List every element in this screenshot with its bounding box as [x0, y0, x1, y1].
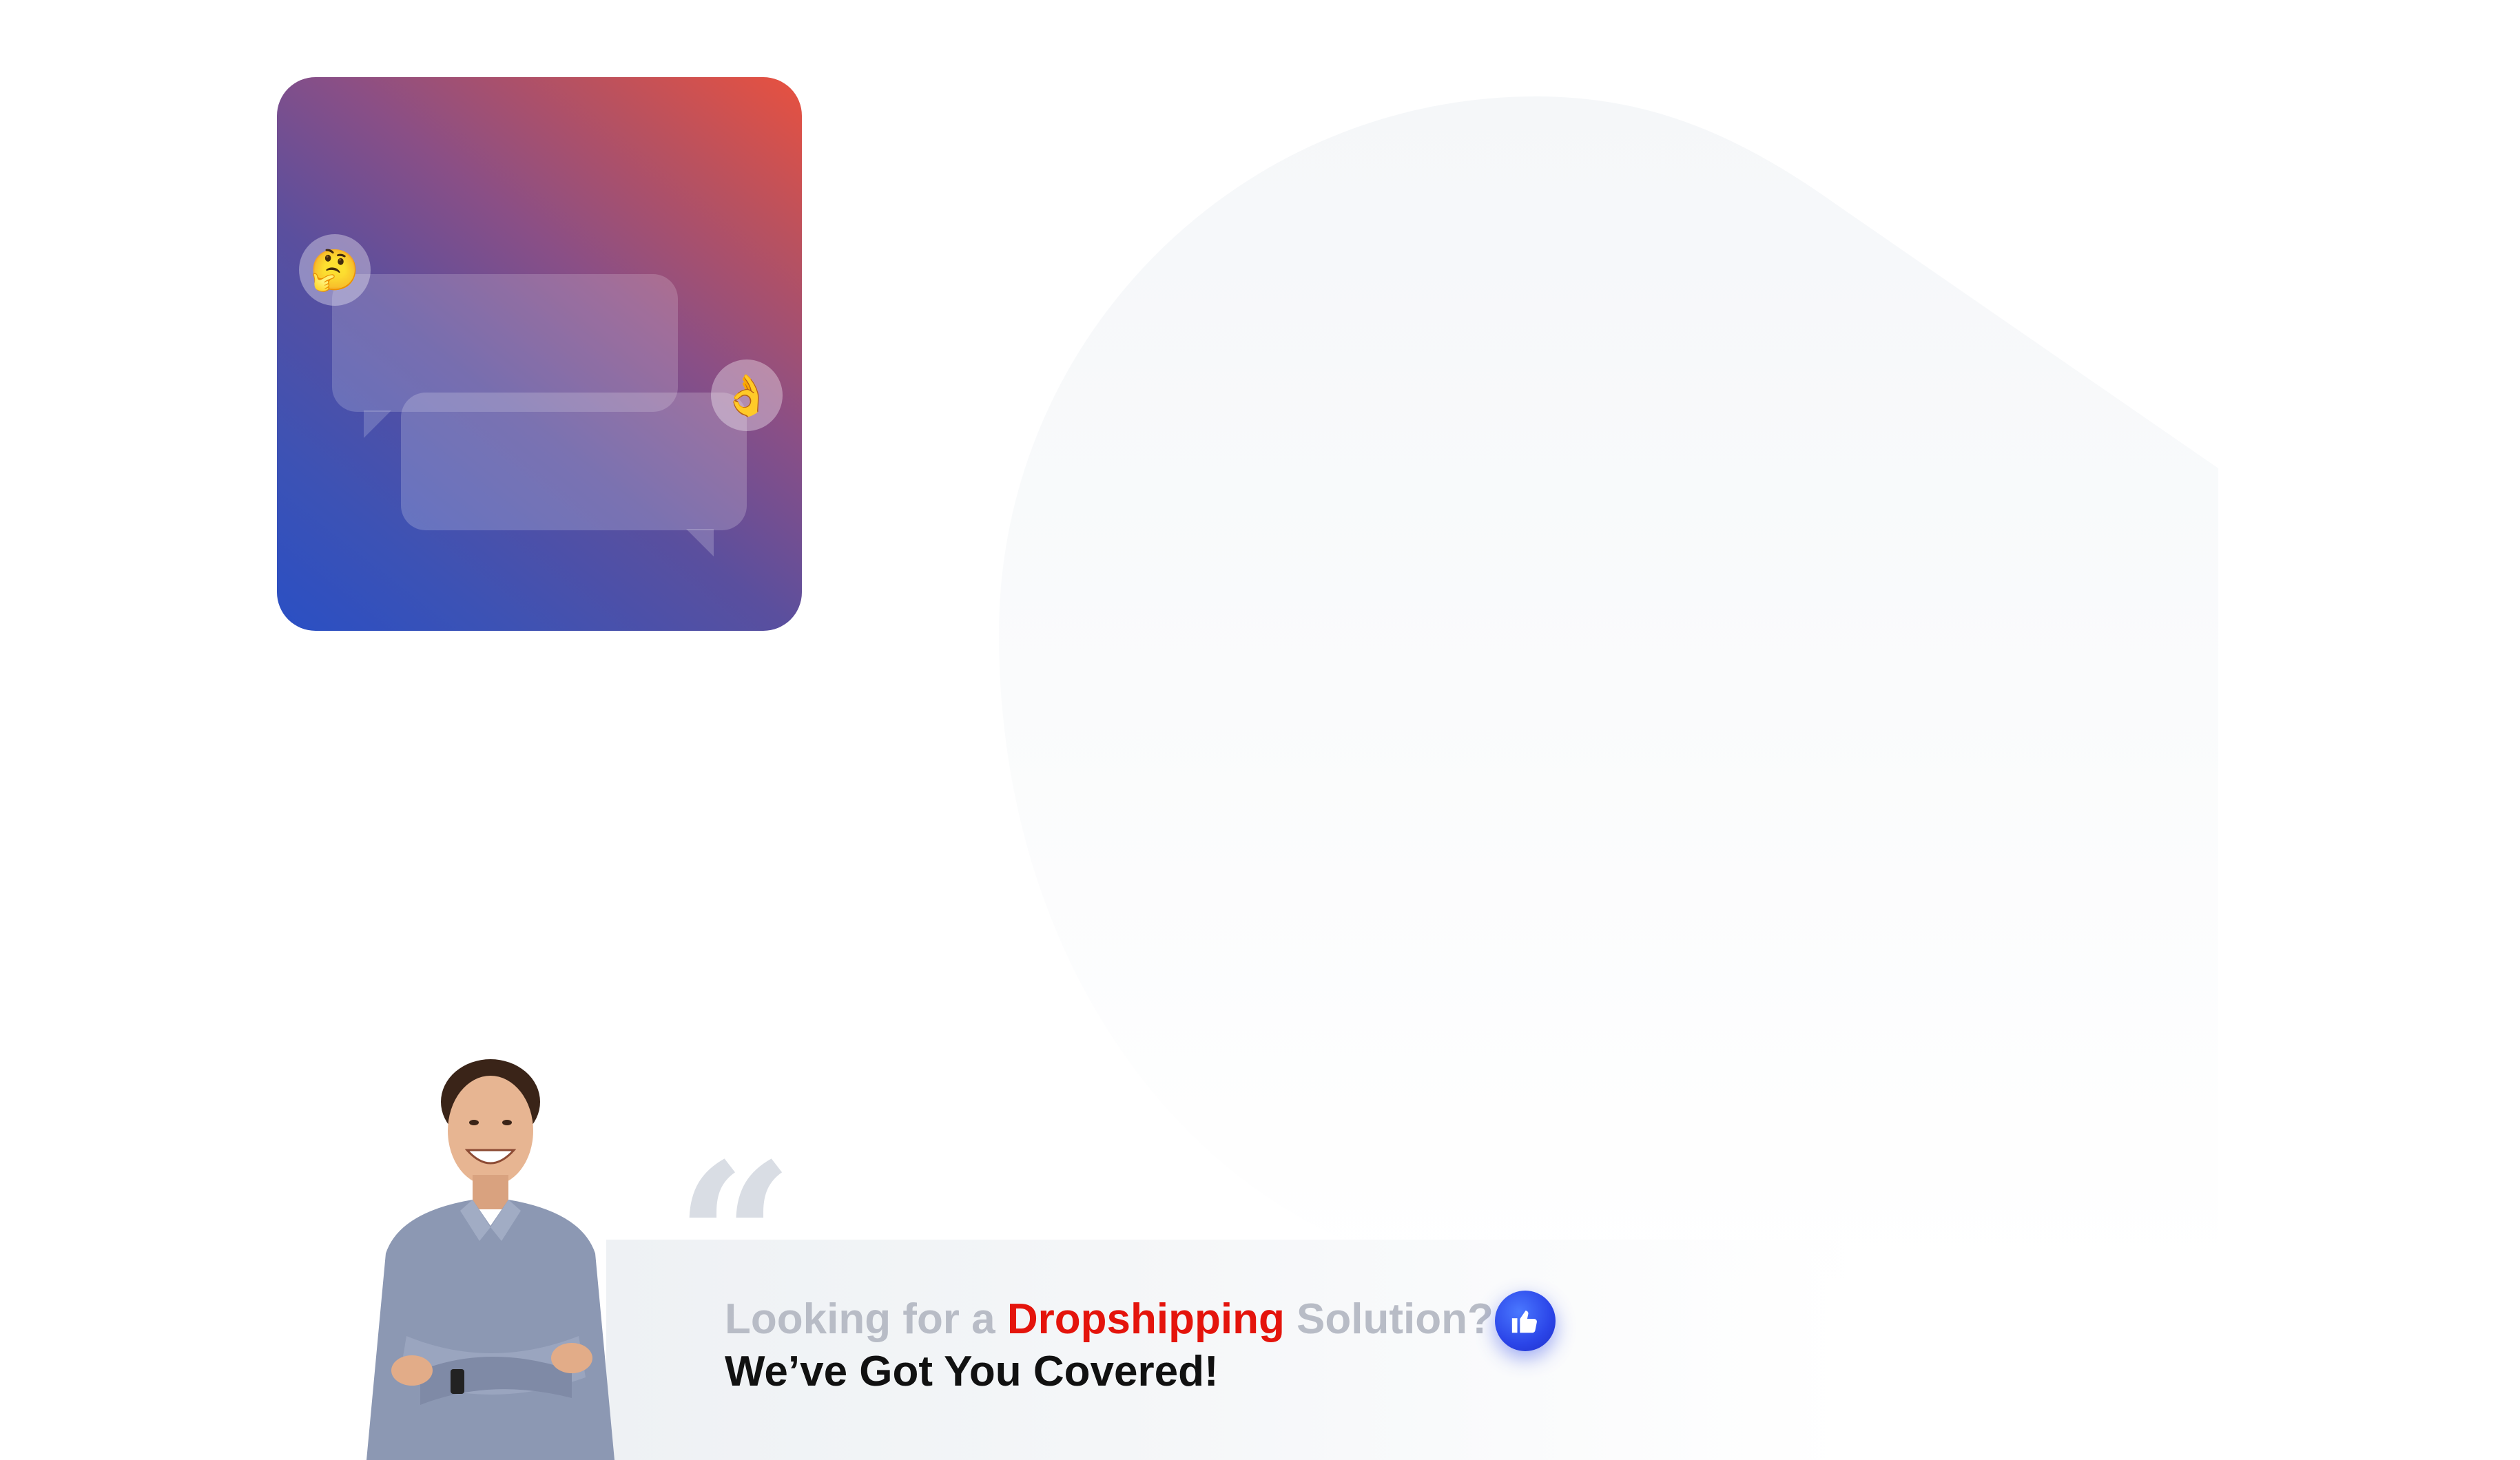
smiling-man-image — [366, 1059, 614, 1460]
headline-prefix: Looking for a — [725, 1295, 1007, 1343]
like-button[interactable] — [1495, 1291, 1556, 1351]
chat-illustration-card: 🤔 👌 — [277, 77, 802, 631]
banner-headline: Looking for a Dropshipping Solution? — [725, 1295, 1494, 1344]
chat-bubble-outgoing — [401, 393, 747, 530]
headline-suffix: Solution? — [1284, 1295, 1494, 1343]
chat-bubble-incoming — [332, 274, 678, 412]
headline-accent-word: Dropshipping — [1006, 1295, 1285, 1343]
banner-subheadline: We’ve Got You Covered! — [725, 1348, 1219, 1395]
chat-bubble-tail — [686, 529, 714, 556]
chat-bubble-tail — [364, 410, 391, 438]
thinking-face-icon: 🤔 — [299, 234, 371, 306]
ok-hand-icon: 👌 — [711, 359, 783, 431]
thumbs-up-icon — [1511, 1311, 1537, 1333]
background-shape — [999, 96, 2218, 1281]
